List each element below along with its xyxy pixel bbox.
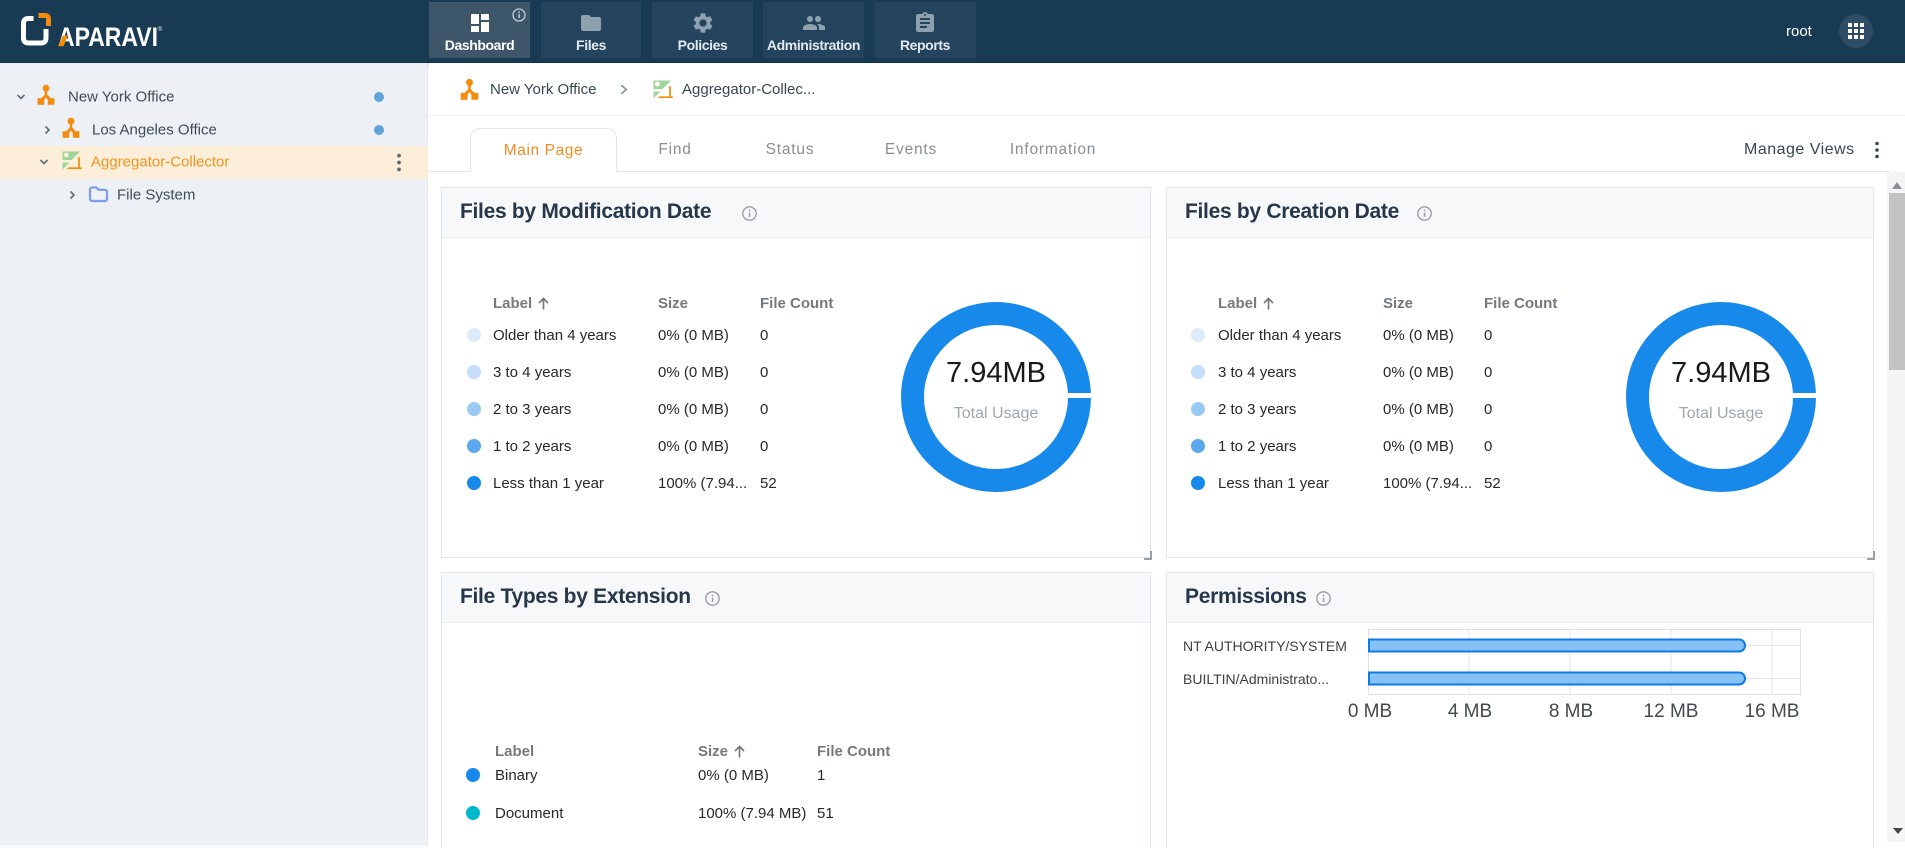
svg-text:APARAVI: APARAVI [58,22,158,52]
svg-text:®: ® [158,25,163,33]
